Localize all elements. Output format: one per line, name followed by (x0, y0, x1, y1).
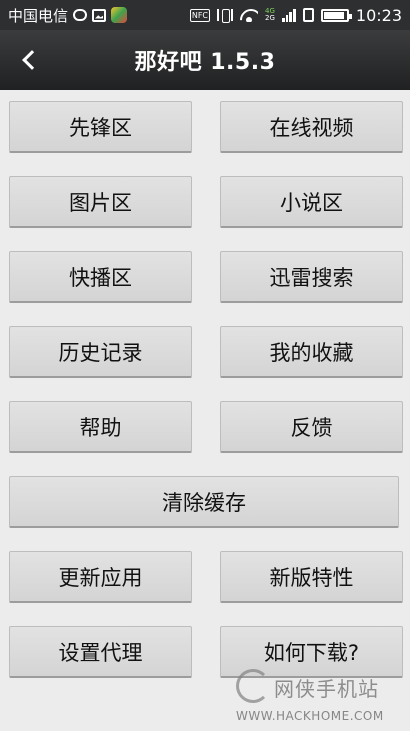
network-type-icon: 4G 2G (265, 7, 275, 22)
watermark-url: WWW.HACKHOME.COM (236, 709, 384, 723)
clock: 10:23 (355, 5, 402, 25)
how-to-download-button[interactable]: 如何下载? (220, 626, 403, 678)
chevron-left-icon (22, 50, 42, 70)
menu-row: 先锋区 在线视频 (9, 101, 403, 153)
vibrate-icon (217, 9, 233, 23)
status-bar: 中国电信 NFC 4G 2G 10:23 (0, 0, 410, 30)
battery-icon (320, 8, 352, 22)
carrier-label: 中国电信 (8, 6, 69, 25)
menu-row: 图片区 小说区 (9, 176, 403, 228)
menu-grid: 先锋区 在线视频 图片区 小说区 快播区 迅雷搜索 历史记录 我的收藏 帮助 反… (9, 101, 403, 701)
menu-row: 设置代理 如何下载? (9, 626, 403, 678)
menu-row: 帮助 反馈 (9, 401, 403, 453)
online-video-button[interactable]: 在线视频 (220, 101, 403, 153)
menu-row: 快播区 迅雷搜索 (9, 251, 403, 303)
update-app-button[interactable]: 更新应用 (9, 551, 192, 603)
feedback-button[interactable]: 反馈 (220, 401, 403, 453)
page-title: 那好吧 1.5.3 (134, 50, 276, 75)
sim-icon (302, 8, 314, 22)
thunder-search-button[interactable]: 迅雷搜索 (220, 251, 403, 303)
new-features-button[interactable]: 新版特性 (220, 551, 403, 603)
qvod-zone-button[interactable]: 快播区 (9, 251, 192, 303)
nfc-icon: NFC (189, 8, 210, 22)
menu-row: 历史记录 我的收藏 (9, 326, 403, 378)
menu-row: 清除缓存 (9, 476, 403, 528)
proxy-settings-button[interactable]: 设置代理 (9, 626, 192, 678)
menu-row: 更新应用 新版特性 (9, 551, 403, 603)
image-icon (92, 8, 107, 22)
clear-cache-button[interactable]: 清除缓存 (9, 476, 399, 528)
back-button[interactable] (12, 42, 46, 78)
message-icon (73, 9, 88, 21)
pictures-zone-button[interactable]: 图片区 (9, 176, 192, 228)
favorites-button[interactable]: 我的收藏 (220, 326, 403, 378)
novels-zone-button[interactable]: 小说区 (220, 176, 403, 228)
signal-icon (281, 8, 296, 22)
wifi-icon (240, 9, 258, 22)
pioneer-zone-button[interactable]: 先锋区 (9, 101, 192, 153)
help-button[interactable]: 帮助 (9, 401, 192, 453)
title-bar: 那好吧 1.5.3 (0, 30, 410, 90)
history-button[interactable]: 历史记录 (9, 326, 192, 378)
app-icon (111, 7, 128, 23)
